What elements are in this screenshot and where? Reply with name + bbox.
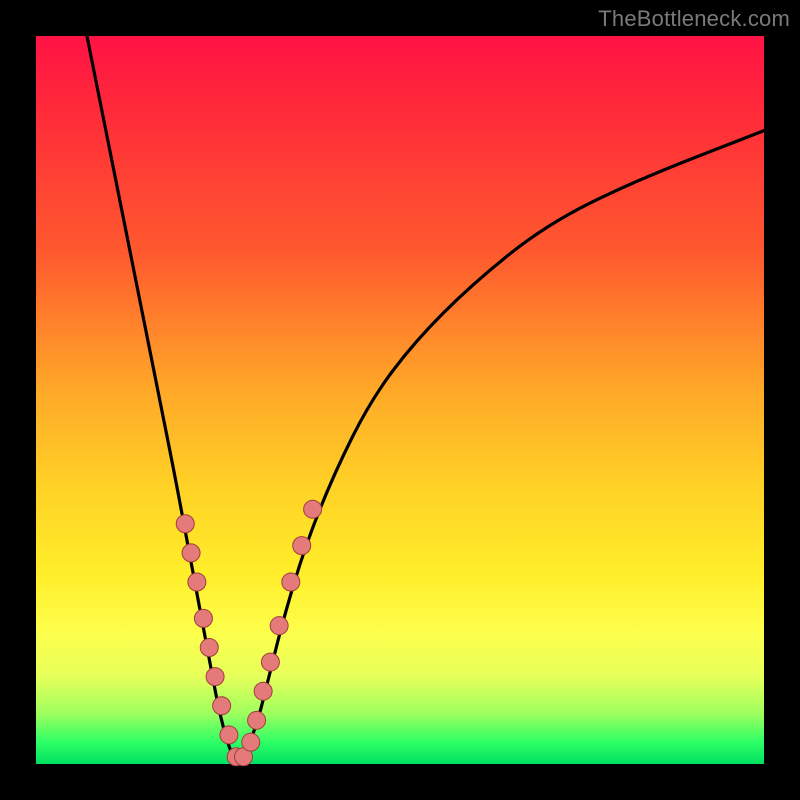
plot-area — [36, 36, 764, 764]
bottleneck-curve-right — [240, 131, 764, 764]
data-marker — [188, 573, 206, 591]
data-marker — [261, 653, 279, 671]
data-marker — [270, 617, 288, 635]
data-marker — [282, 573, 300, 591]
data-marker — [194, 609, 212, 627]
chart-frame: TheBottleneck.com — [0, 0, 800, 800]
data-marker — [293, 537, 311, 555]
data-marker — [220, 726, 238, 744]
data-marker — [182, 544, 200, 562]
bottleneck-curve-left — [87, 36, 240, 764]
data-marker — [213, 697, 231, 715]
data-marker — [242, 733, 260, 751]
watermark-text: TheBottleneck.com — [598, 6, 790, 32]
data-marker — [304, 500, 322, 518]
data-marker — [248, 711, 266, 729]
marker-group — [176, 500, 321, 766]
curve-layer — [36, 36, 764, 764]
data-marker — [176, 515, 194, 533]
data-marker — [206, 668, 224, 686]
data-marker — [254, 682, 272, 700]
data-marker — [200, 639, 218, 657]
